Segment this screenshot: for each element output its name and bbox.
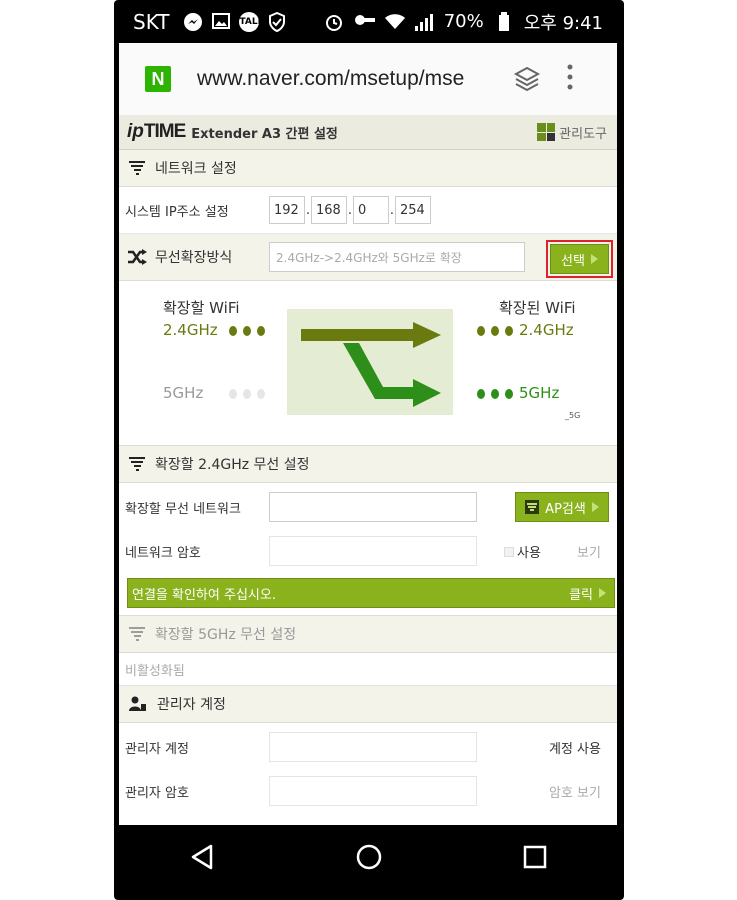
page-title: Extender A3 간편 설정	[191, 126, 338, 142]
admin-tool-label: 관리도구	[559, 126, 607, 142]
right-24-dots	[477, 326, 513, 336]
diagram-panel	[287, 309, 453, 415]
ip-address-row: 시스템 IP주소 설정 192 . 168 . 0 . 254	[119, 187, 617, 234]
wireless5-disabled-row: 비활성화됨	[119, 653, 617, 686]
play-icon	[591, 502, 599, 512]
play-icon	[599, 588, 606, 598]
wifi-diagram: 확장할 WiFi 확장된 WiFi 2.4GHz 5GHz 2.4GHz 5GH…	[119, 281, 617, 446]
admin-account-input[interactable]	[269, 732, 477, 762]
section-title: 확장할 5GHz 무선 설정	[155, 627, 297, 643]
password-show-label[interactable]: 암호 보기	[549, 782, 601, 801]
password-input[interactable]	[269, 536, 477, 566]
page-header: ipTIME Extender A3 간편 설정 관리도구	[119, 115, 617, 150]
ip-label: 시스템 IP주소 설정	[125, 204, 229, 220]
ip-octet-4[interactable]: 254	[395, 196, 431, 224]
gallery-icon	[211, 12, 231, 32]
browser-address-bar: N www.naver.com/msetup/mse	[119, 43, 617, 116]
password-row: 네트워크 암호 사용 보기	[119, 529, 617, 573]
admin-account-row: 관리자 계정 계정 사용	[119, 725, 617, 769]
wifi-icon	[384, 12, 405, 32]
section-title: 네트워크 설정	[155, 161, 237, 177]
android-nav-bar	[119, 825, 617, 892]
ap-search-button[interactable]: AP검색	[515, 492, 609, 522]
admin-section-header: 관리자 계정	[119, 686, 617, 723]
admin-password-label: 관리자 암호	[125, 785, 189, 801]
ip-octet-1[interactable]: 192	[269, 196, 305, 224]
account-use-label[interactable]: 계정 사용	[549, 738, 601, 757]
wireless-mode-row: 무선확장방식 2.4GHz->2.4GHz와 5GHz로 확장 선택	[119, 234, 617, 281]
select-button[interactable]: 선택	[550, 244, 609, 274]
alarm-icon	[324, 12, 344, 32]
filter-icon	[129, 627, 145, 641]
diagram-left-5ghz: 5GHz	[163, 384, 204, 402]
shuffle-icon	[127, 249, 147, 265]
home-icon[interactable]	[355, 843, 383, 875]
talk-icon: TALK	[239, 11, 265, 32]
section-title: 관리자 계정	[157, 697, 226, 713]
disabled-text: 비활성화됨	[125, 663, 185, 679]
url-field[interactable]: www.naver.com/msetup/mse	[197, 67, 487, 91]
network-label: 확장할 무선 네트워크	[125, 501, 241, 517]
section-title: 확장할 2.4GHz 무선 설정	[155, 457, 310, 473]
play-icon	[590, 254, 598, 264]
ip-octet-3[interactable]: 0	[353, 196, 389, 224]
admin-grid-icon	[537, 123, 556, 141]
messenger-icon	[183, 12, 203, 32]
filter-icon	[129, 457, 145, 471]
recents-icon[interactable]	[523, 845, 547, 873]
password-label: 네트워크 암호	[125, 545, 201, 561]
diagram-right-5ghz: 5GHz	[519, 384, 560, 402]
filter-icon	[129, 161, 145, 175]
wireless-mode-label: 무선확장방식	[155, 250, 233, 266]
back-icon[interactable]	[189, 844, 215, 874]
ap-filter-icon	[525, 500, 540, 514]
wireless5-section-header: 확장할 5GHz 무선 설정	[119, 615, 617, 653]
signal-icon	[414, 12, 434, 32]
admin-tool-link[interactable]: 관리도구	[537, 123, 607, 142]
use-label: 사용	[517, 546, 541, 561]
clock: 오후 9:41	[523, 12, 603, 34]
show-label[interactable]: 보기	[577, 542, 601, 561]
user-icon	[129, 696, 147, 712]
naver-logo-icon: N	[145, 66, 171, 92]
ip-octet-2[interactable]: 168	[311, 196, 347, 224]
web-page: ipTIME Extender A3 간편 설정 관리도구 네트워크 설정 시스…	[119, 115, 617, 825]
status-bar: SKT TALK 70% 오후 9:41	[119, 0, 617, 43]
diagram-arrows	[301, 322, 441, 407]
admin-account-label: 관리자 계정	[125, 741, 189, 757]
key-icon	[354, 12, 375, 32]
left-24-dots	[229, 326, 265, 336]
wireless-mode-value[interactable]: 2.4GHz->2.4GHz와 5GHz로 확장	[269, 242, 525, 272]
admin-password-input[interactable]	[269, 776, 477, 806]
carrier-label: SKT	[133, 9, 170, 34]
confirm-text: 연결을 확인하여 주십시오.	[132, 587, 276, 603]
right-5-dots	[477, 389, 513, 399]
overflow-menu-icon[interactable]	[567, 63, 573, 96]
network-row: 확장할 무선 네트워크 AP검색	[119, 485, 617, 529]
confirm-bar[interactable]: 연결을 확인하여 주십시오. 클릭	[127, 578, 615, 608]
diagram-5g-suffix: _5G	[565, 411, 581, 420]
diagram-right-title: 확장된 WiFi	[499, 299, 576, 317]
iptime-logo: ipTIME	[127, 121, 186, 142]
diagram-right-24ghz: 2.4GHz	[519, 321, 574, 339]
diagram-left-24ghz: 2.4GHz	[163, 321, 218, 339]
confirm-row: 연결을 확인하여 주십시오. 클릭	[119, 573, 617, 615]
click-button[interactable]: 클릭	[569, 584, 606, 603]
layers-icon[interactable]	[513, 65, 541, 93]
use-checkbox[interactable]	[504, 547, 514, 557]
left-5-dots	[229, 389, 265, 399]
diagram-left-title: 확장할 WiFi	[163, 299, 240, 317]
network-input[interactable]	[269, 492, 477, 522]
battery-percent: 70%	[443, 11, 484, 32]
network-section-header: 네트워크 설정	[119, 150, 617, 187]
battery-icon	[494, 11, 514, 32]
admin-password-row: 관리자 암호 암호 보기	[119, 769, 617, 813]
wireless24-section-header: 확장할 2.4GHz 무선 설정	[119, 446, 617, 483]
shield-icon	[267, 11, 287, 32]
